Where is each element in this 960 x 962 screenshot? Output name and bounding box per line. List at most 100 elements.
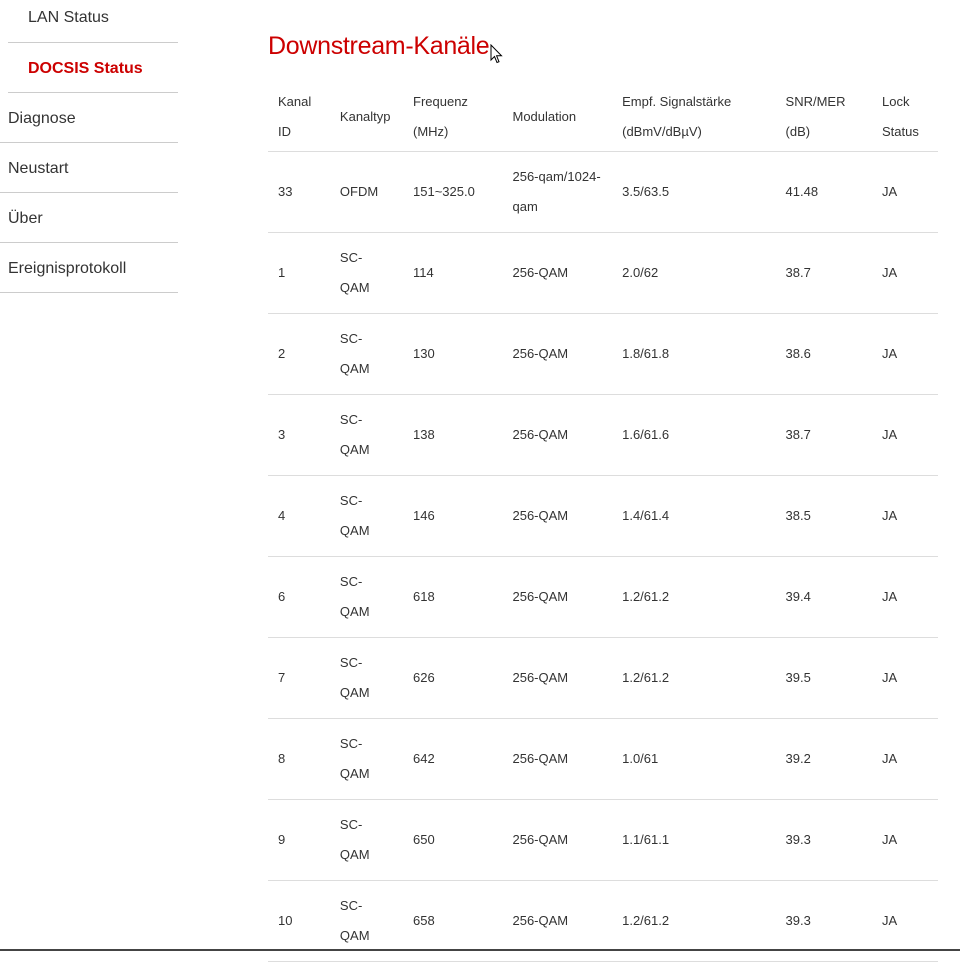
cell-freq: 618 — [403, 556, 503, 638]
header-text: Kanaltyp — [339, 108, 391, 124]
sidebar-item-neustart[interactable]: Neustart — [0, 143, 178, 193]
header-text: ID — [278, 123, 291, 139]
cell-freq: 130 — [403, 313, 503, 395]
cell-modulation: 256-QAM — [502, 313, 613, 395]
header-snr-mer: SNR/MER (dB) — [775, 82, 872, 152]
header-text: Modulation — [512, 108, 577, 124]
cell-freq: 146 — [403, 475, 503, 557]
sidebar-item-label: Diagnose — [8, 110, 76, 127]
cell-id: 1 — [268, 232, 330, 314]
header-text: Empf. Signalstärke — [622, 93, 732, 109]
sidebar-item-label: Über — [8, 210, 43, 227]
sidebar-item-ereignisprotokoll[interactable]: Ereignisprotokoll — [0, 243, 178, 293]
table-row: 7 SC- QAM 626 256-QAM 1.2/61.2 39.5 JA — [268, 637, 938, 719]
cell-snr: 39.4 — [775, 556, 872, 638]
cell-lock: JA — [871, 394, 938, 476]
cell-type: SC- QAM — [329, 637, 403, 719]
header-text: (dBmV/dBµV) — [622, 123, 702, 139]
cell-signal: 1.8/61.8 — [612, 313, 776, 395]
cell-signal: 1.4/61.4 — [612, 475, 776, 557]
header-text: Lock — [881, 93, 910, 109]
header-signalstaerke: Empf. Signalstärke (dBmV/dBµV) — [612, 82, 776, 152]
cell-snr: 38.7 — [775, 232, 872, 314]
sidebar-item-label: Ereignisprotokoll — [8, 260, 127, 277]
cell-freq: 151~325.0 — [403, 151, 503, 233]
cell-signal: 1.1/61.1 — [612, 799, 776, 881]
cell-text: QAM — [339, 280, 370, 295]
cell-modulation: 256-QAM — [502, 799, 613, 881]
cell-text: SC- — [339, 493, 363, 508]
cell-text: SC- — [339, 574, 363, 589]
main-content: Downstream-Kanäle Kanal ID Kanaltyp Frequ… — [268, 28, 938, 962]
cell-signal: 2.0/62 — [612, 232, 776, 314]
cell-freq: 114 — [403, 232, 503, 314]
sidebar-item-lan-status[interactable]: LAN Status — [8, 0, 178, 43]
cell-type: SC- QAM — [329, 313, 403, 395]
cell-signal: 3.5/63.5 — [612, 151, 776, 233]
cell-snr: 38.6 — [775, 313, 872, 395]
cell-text: QAM — [339, 766, 370, 781]
cell-id: 3 — [268, 394, 330, 476]
cell-id: 33 — [268, 151, 330, 233]
sidebar-item-docsis-status[interactable]: DOCSIS Status — [8, 43, 178, 93]
table-row: 9 SC- QAM 650 256-QAM 1.1/61.1 39.3 JA — [268, 799, 938, 881]
sidebar-item-ueber[interactable]: Über — [0, 193, 178, 243]
cell-type: OFDM — [329, 151, 403, 233]
cell-snr: 41.48 — [775, 151, 872, 233]
cell-text: qam — [512, 199, 538, 214]
table-body: 33 OFDM 151~325.0 256-qam/1024- qam 3.5/6… — [268, 151, 938, 962]
cell-snr: 38.7 — [775, 394, 872, 476]
cell-type: SC- QAM — [329, 394, 403, 476]
cell-text: SC- — [339, 736, 363, 751]
cell-text: QAM — [339, 685, 370, 700]
table-row: 33 OFDM 151~325.0 256-qam/1024- qam 3.5/6… — [268, 151, 938, 233]
cell-freq: 626 — [403, 637, 503, 719]
cell-snr: 39.5 — [775, 637, 872, 719]
cell-id: 4 — [268, 475, 330, 557]
cell-text: QAM — [339, 847, 370, 862]
cell-snr: 39.2 — [775, 718, 872, 800]
cell-freq: 642 — [403, 718, 503, 800]
cell-text: QAM — [339, 604, 370, 619]
cell-lock: JA — [871, 637, 938, 719]
cell-text: QAM — [339, 523, 370, 538]
header-text: (dB) — [785, 123, 811, 139]
cell-id: 2 — [268, 313, 330, 395]
cell-modulation: 256-QAM — [502, 718, 613, 800]
cell-text: 256-qam/1024- — [512, 169, 601, 184]
sidebar-item-diagnose[interactable]: Diagnose — [0, 93, 178, 143]
cell-modulation: 256-QAM — [502, 637, 613, 719]
cell-text: SC- — [339, 412, 363, 427]
cell-signal: 1.6/61.6 — [612, 394, 776, 476]
header-frequenz: Frequenz (MHz) — [403, 82, 503, 152]
cell-lock: JA — [871, 313, 938, 395]
cell-lock: JA — [871, 799, 938, 881]
cell-text: SC- — [339, 817, 363, 832]
cell-freq: 650 — [403, 799, 503, 881]
header-text: Kanal — [278, 93, 312, 109]
cell-text: OFDM — [339, 184, 379, 199]
cell-lock: JA — [871, 718, 938, 800]
cell-text: QAM — [339, 928, 370, 943]
cell-snr: 38.5 — [775, 475, 872, 557]
mouse-pointer-icon — [490, 44, 503, 64]
header-text: Frequenz — [413, 93, 468, 109]
cell-snr: 39.3 — [775, 799, 872, 881]
cell-signal: 1.2/61.2 — [612, 637, 776, 719]
cell-signal: 1.2/61.2 — [612, 556, 776, 638]
header-text: SNR/MER — [785, 93, 846, 109]
cell-text: SC- — [339, 250, 363, 265]
header-text: Status — [881, 123, 919, 139]
table-row: 3 SC- QAM 138 256-QAM 1.6/61.6 38.7 JA — [268, 394, 938, 476]
cell-type: SC- QAM — [329, 799, 403, 881]
cell-text: SC- — [339, 898, 363, 913]
header-kanal-id: Kanal ID — [268, 82, 330, 152]
header-kanaltyp: Kanaltyp — [329, 82, 403, 152]
cell-lock: JA — [871, 232, 938, 314]
cell-type: SC- QAM — [329, 475, 403, 557]
sidebar-item-label: DOCSIS Status — [28, 60, 143, 77]
table-row: 8 SC- QAM 642 256-QAM 1.0/61 39.2 JA — [268, 718, 938, 800]
header-text: (MHz) — [413, 123, 449, 139]
table-row: 1 SC- QAM 114 256-QAM 2.0/62 38.7 JA — [268, 232, 938, 314]
cell-lock: JA — [871, 556, 938, 638]
